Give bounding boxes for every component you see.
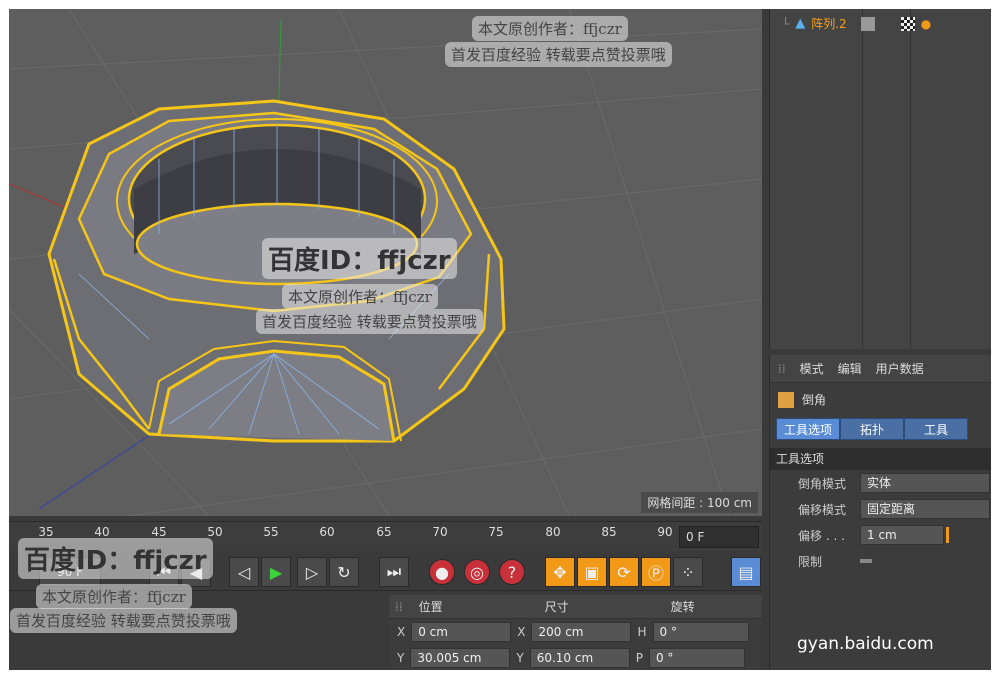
grid-spacing-readout: 网格间距 : 100 cm [641, 492, 758, 513]
tick-label: 80 [545, 525, 561, 539]
offset-mode-select[interactable]: 固定距离 [860, 499, 990, 519]
position-x-input[interactable]: 0 cm [411, 622, 512, 642]
rotation-h-input[interactable]: 0 ° [652, 622, 749, 642]
menu-user-data[interactable]: 用户数据 [876, 360, 924, 377]
prop-label: 倒角模式 [798, 476, 847, 491]
tick-label: 55 [263, 525, 279, 539]
tab-tool-options[interactable]: 工具选项 [776, 418, 840, 440]
offset-slider[interactable] [946, 527, 949, 543]
tree-connector: └ [782, 16, 790, 31]
rotation-header: 旋转 [670, 600, 695, 614]
tick-label: 45 [151, 525, 167, 539]
axis-label: Y [397, 651, 405, 665]
object-name[interactable]: 阵列.2 [811, 15, 846, 32]
tick-label: 60 [319, 525, 335, 539]
attribute-tabs: 工具选项 拓扑 工具 [776, 418, 991, 440]
auto-keyframe-icon[interactable]: ◎ [464, 559, 490, 585]
bevel-mode-select[interactable]: 实体 [860, 473, 990, 493]
menu-mode[interactable]: 模式 [800, 360, 824, 377]
tab-tool[interactable]: 工具 [904, 418, 968, 440]
tick-label: 40 [94, 525, 110, 539]
tool-header: 倒角 [770, 383, 991, 416]
goto-end-icon[interactable]: ⏭ [379, 557, 409, 587]
material-tag-icon[interactable]: ● [921, 17, 931, 31]
position-header: 位置 [418, 600, 443, 614]
prop-label: 偏移 . . . [798, 528, 845, 543]
object-manager[interactable]: └ ▲ 阵列.2 ● [769, 9, 991, 349]
size-x-input[interactable]: 200 cm [531, 622, 632, 642]
bevel-cube-icon [778, 391, 794, 408]
position-y-input[interactable]: 30.005 cm [410, 648, 511, 668]
record-keyframe-icon[interactable]: ● [429, 559, 455, 585]
tick-label: 75 [488, 525, 504, 539]
tab-topology[interactable]: 拓扑 [840, 418, 904, 440]
watermark-id: 百度ID：ffjczr [262, 238, 457, 279]
coord-row-x: X 0 cm X 200 cm H 0 ° [389, 619, 762, 645]
z-axis-line [38, 428, 160, 510]
x-axis-line [9, 183, 70, 210]
array-icon: ▲ [795, 16, 806, 31]
watermark-notice: 首发百度经验 转载要点赞投票哦 [445, 42, 672, 67]
attribute-manager: ⁞⁞ 模式 编辑 用户数据 倒角 工具选项 拓扑 工具 工具选项 倒角模式 实体… [769, 355, 991, 670]
timeline-window-icon[interactable]: ▤ [731, 557, 761, 587]
checker-tag-icon[interactable] [900, 16, 915, 31]
grip-icon: ⁞⁞ [395, 599, 403, 614]
keyframe-help-icon[interactable]: ? [499, 559, 525, 585]
offset-input[interactable]: 1 cm [860, 525, 944, 545]
play-icon[interactable]: ▶ [261, 557, 291, 587]
coord-row-y: Y 30.005 cm Y 60.10 cm P 0 ° [389, 645, 762, 670]
prop-label: 偏移模式 [798, 502, 847, 517]
pla-key-icon[interactable]: ⁘ [673, 557, 703, 587]
tick-label: 65 [376, 525, 392, 539]
rotation-p-input[interactable]: 0 ° [648, 648, 745, 668]
prop-label: 限制 [798, 554, 823, 569]
axis-label: X [397, 625, 406, 639]
tick-label: 70 [432, 525, 448, 539]
column-divider [910, 9, 911, 349]
prev-frame-icon[interactable]: ◁ [229, 557, 259, 587]
param-key-icon[interactable]: Ⓟ [641, 557, 671, 587]
grip-icon: ⁞⁞ [778, 361, 786, 376]
coordinate-manager: ⁞⁞ 位置 尺寸 旋转 X 0 cm X 200 cm H 0 ° Y 30.0… [389, 595, 762, 670]
axis-label: P [635, 651, 643, 665]
tool-title: 倒角 [802, 393, 827, 407]
watermark-author: 本文原创作者：ffjczr [36, 584, 192, 609]
watermark-author: 本文原创作者：ffjczr [282, 284, 438, 309]
next-key-icon[interactable]: ▷ [297, 557, 327, 587]
coord-header: ⁞⁞ 位置 尺寸 旋转 [389, 595, 762, 619]
move-key-icon[interactable]: ✥ [545, 557, 575, 587]
tick-label: 35 [38, 525, 54, 539]
size-header: 尺寸 [544, 600, 569, 614]
watermark-notice: 首发百度经验 转载要点赞投票哦 [10, 608, 237, 633]
axis-label: H [637, 625, 647, 639]
watermark-site: gyan.baidu.com [797, 634, 934, 654]
limit-checkbox[interactable] [860, 559, 872, 563]
axis-label: Y [516, 651, 524, 665]
prop-offset: 偏移 . . . 1 cm [770, 522, 991, 548]
size-y-input[interactable]: 60.10 cm [529, 648, 630, 668]
menu-edit[interactable]: 编辑 [838, 360, 862, 377]
prop-bevel-mode: 倒角模式 实体 [770, 470, 991, 496]
watermark-author: 本文原创作者：ffjczr [472, 16, 628, 41]
tick-label: 50 [207, 525, 223, 539]
loop-icon[interactable]: ↻ [329, 557, 359, 587]
current-frame-field[interactable]: 0 F [679, 526, 759, 548]
attribute-menubar: ⁞⁞ 模式 编辑 用户数据 [770, 355, 991, 383]
watermark-notice: 首发百度经验 转载要点赞投票哦 [256, 309, 483, 334]
scale-key-icon[interactable]: ▣ [577, 557, 607, 587]
prop-offset-mode: 偏移模式 固定距离 [770, 496, 991, 522]
prop-limit: 限制 [770, 548, 991, 574]
rotate-key-icon[interactable]: ⟳ [609, 557, 639, 587]
column-divider [862, 9, 863, 349]
tick-label: 90 [657, 525, 673, 539]
visibility-toggle-icon[interactable] [860, 16, 875, 31]
watermark-id: 百度ID：ffjczr [18, 538, 213, 579]
tick-label: 85 [601, 525, 617, 539]
object-row-array[interactable]: └ ▲ 阵列.2 ● [782, 15, 931, 32]
section-header: 工具选项 [770, 448, 991, 470]
axis-label: X [517, 625, 526, 639]
